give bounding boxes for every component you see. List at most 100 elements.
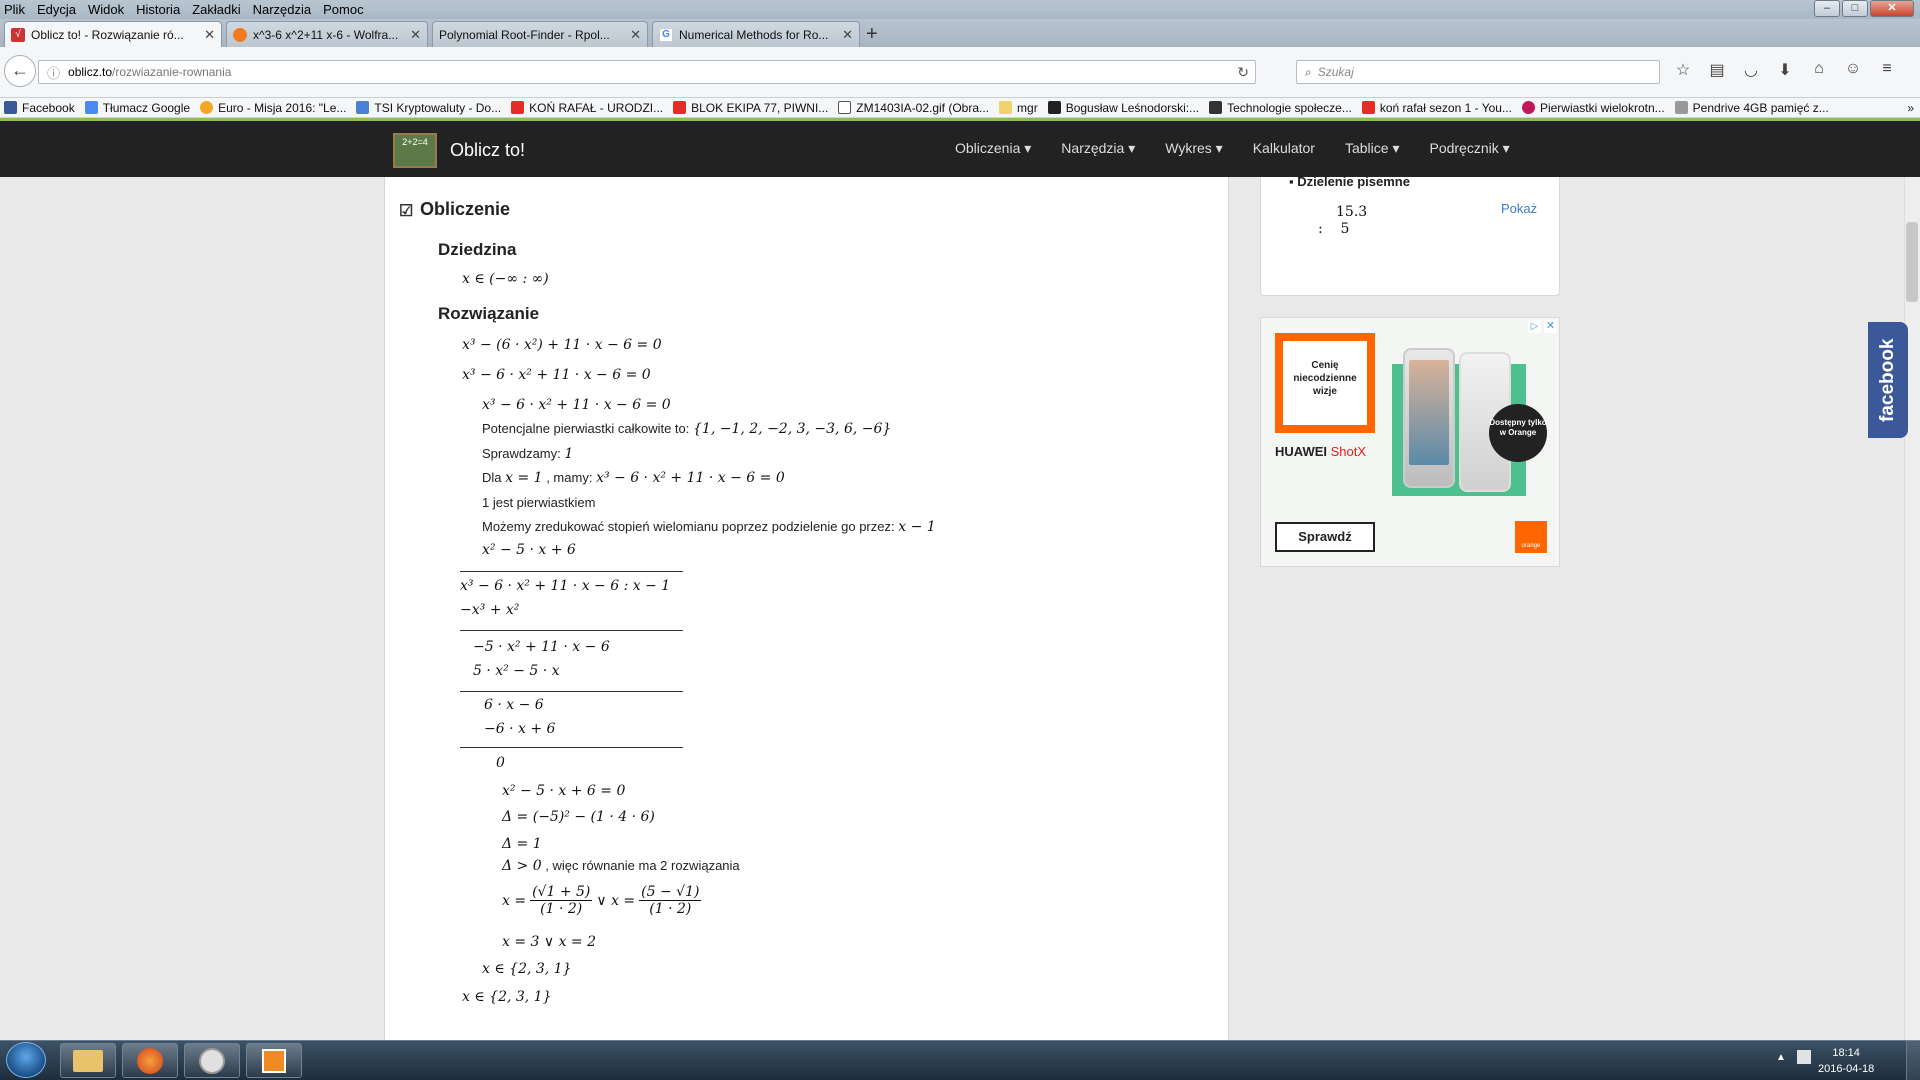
- minimize-button[interactable]: –: [1814, 0, 1840, 17]
- chat-icon[interactable]: ☺: [1836, 60, 1870, 80]
- menu-podrecznik[interactable]: Podręcznik ▾: [1429, 140, 1509, 157]
- solution-heading: Rozwiązanie: [438, 304, 540, 323]
- adchoices-icon[interactable]: ▷: [1528, 320, 1541, 333]
- menu-pomoc[interactable]: Pomoc: [323, 2, 363, 17]
- facebook-side-tab[interactable]: facebook: [1868, 322, 1908, 438]
- delta-formula: Δ = (−5)² − (1 · 4 · 6): [502, 809, 655, 825]
- site-brand[interactable]: Oblicz to!: [450, 140, 525, 161]
- maximize-button[interactable]: □: [1842, 0, 1868, 17]
- site-logo[interactable]: 2+2=4: [393, 133, 437, 168]
- close-tab-icon[interactable]: ✕: [410, 27, 421, 43]
- division-line: [460, 630, 683, 631]
- menu-zakladki[interactable]: Zakładki: [192, 2, 240, 17]
- menu-tablice[interactable]: Tablice ▾: [1345, 140, 1400, 157]
- result-set: x ∈ {2, 3, 1}: [462, 989, 552, 1005]
- ad-badge-text: Cenię niecodzienne wizje: [1283, 341, 1367, 425]
- advertisement[interactable]: ▷ ✕ Cenię niecodzienne wizje HUAWEI Shot…: [1260, 317, 1560, 567]
- bookmark-technologie[interactable]: Technologie społecze...: [1209, 101, 1352, 115]
- close-tab-icon[interactable]: ✕: [842, 27, 853, 43]
- taskbar-firefox[interactable]: [122, 1043, 178, 1078]
- menu-edycja[interactable]: Edycja: [37, 2, 76, 17]
- domain-value: x ∈ (−∞ : ∞): [462, 271, 549, 287]
- facebook-icon: [4, 101, 17, 114]
- for-line: Dla x = 1 , mamy: x³ − 6 · x² + 11 · x −…: [482, 470, 785, 486]
- fraction-1: (√1 + 5) (1 · 2): [530, 884, 593, 917]
- tab-numerical[interactable]: G Numerical Methods for Ro... ✕: [652, 21, 860, 47]
- bookmark-zm1403[interactable]: ZM1403IA-02.gif (Obra...: [838, 101, 989, 115]
- ad-close-icon[interactable]: ✕: [1544, 320, 1557, 333]
- bookmark-translate[interactable]: Tłumacz Google: [84, 101, 190, 115]
- ad-cta-button[interactable]: Sprawdź: [1275, 522, 1375, 552]
- start-button[interactable]: [6, 1042, 46, 1078]
- menu-historia[interactable]: Historia: [136, 2, 180, 17]
- bookmark-tsi[interactable]: TSI Kryptowaluty - Do...: [356, 101, 501, 115]
- close-tab-icon[interactable]: ✕: [630, 27, 641, 43]
- taskbar-media[interactable]: [246, 1043, 302, 1078]
- bookmark-mgr[interactable]: mgr: [999, 101, 1038, 115]
- delta-positive: Δ > 0: [502, 858, 542, 874]
- menu-widok[interactable]: Widok: [88, 2, 124, 17]
- fraction-2-numerator: (5 − √1): [639, 884, 702, 901]
- menu-plik[interactable]: Plik: [4, 2, 25, 17]
- bookmark-star-icon[interactable]: ☆: [1666, 60, 1700, 80]
- taskbar-paint[interactable]: [184, 1043, 240, 1078]
- menu-wykres[interactable]: Wykres ▾: [1165, 140, 1222, 157]
- candidates-set: {1, −1, 2, −2, 3, −3, 6, −6}: [693, 421, 892, 437]
- e-icon: [1047, 101, 1061, 114]
- bookmark-label: KOŃ RAFAŁ - URODZI...: [529, 100, 664, 115]
- bookmarks-overflow-icon[interactable]: »: [1907, 101, 1914, 115]
- url-bar[interactable]: ⓘ oblicz.to/rozwiazanie-rownania ↻: [38, 60, 1256, 84]
- bookmark-euro[interactable]: Euro - Misja 2016: "Le...: [200, 101, 346, 115]
- scrollbar-thumb[interactable]: [1906, 222, 1918, 302]
- bookmark-kon-rafal[interactable]: KOŃ RAFAŁ - URODZI...: [511, 101, 663, 115]
- home-icon[interactable]: ⌂: [1802, 60, 1836, 80]
- menu-narzedzia[interactable]: Narzędzia: [253, 2, 312, 17]
- download-icon[interactable]: ⬇: [1768, 60, 1802, 80]
- pocket-icon[interactable]: ◡: [1734, 60, 1768, 80]
- division-row-7: 0: [496, 755, 505, 771]
- menu-kalkulator[interactable]: Kalkulator: [1253, 140, 1315, 157]
- bookmark-pierwiastki[interactable]: Pierwiastki wielokrotn...: [1521, 101, 1665, 115]
- bookmark-kon-sezon[interactable]: koń rafał sezon 1 - You...: [1361, 101, 1512, 115]
- roots-values: x = 3 ∨ x = 2: [502, 934, 597, 950]
- info-icon[interactable]: ⓘ: [47, 63, 60, 82]
- menu-narzedzia-site[interactable]: Narzędzia ▾: [1061, 140, 1135, 157]
- back-button[interactable]: ←: [4, 55, 36, 87]
- network-icon[interactable]: [1797, 1050, 1811, 1064]
- taskbar-clock[interactable]: 18:14 2016-04-18: [1818, 1045, 1874, 1077]
- bookmark-facebook[interactable]: Facebook: [4, 101, 75, 115]
- logo-text: 2+2=4: [402, 137, 428, 147]
- pendrive-icon: [1674, 101, 1688, 114]
- division-row-1: x³ − 6 · x² + 11 · x − 6 : x − 1: [460, 578, 671, 594]
- reading-list-icon[interactable]: ▤: [1700, 60, 1734, 80]
- site-menu: Obliczenia ▾ Narzędzia ▾ Wykres ▾ Kalkul…: [940, 140, 1525, 157]
- bookmark-pendrive[interactable]: Pendrive 4GB pamięć z...: [1674, 101, 1829, 115]
- youtube-icon: [511, 101, 525, 114]
- page-scrollbar[interactable]: [1904, 177, 1920, 1040]
- for-value: x = 1: [505, 470, 543, 486]
- new-tab-button[interactable]: +: [866, 23, 878, 46]
- tray-arrow-icon[interactable]: ▲: [1776, 1052, 1786, 1063]
- firefox-icon: [137, 1048, 163, 1074]
- x-equals: x =: [502, 892, 527, 909]
- search-box[interactable]: ⌕ Szukaj: [1296, 60, 1660, 84]
- bookmark-blok-ekipa[interactable]: BLOK EKIPA 77, PIWNI...: [673, 101, 828, 115]
- tab-rpoly[interactable]: Polynomial Root-Finder - Rpol... ✕: [432, 21, 648, 47]
- close-window-button[interactable]: ✕: [1870, 0, 1914, 17]
- tab-strip: √ Oblicz to! - Rozwiązanie ró... ✕ x^3-6…: [0, 19, 1920, 48]
- taskbar-explorer[interactable]: [60, 1043, 116, 1078]
- orange-logo: orange: [1515, 521, 1547, 553]
- close-tab-icon[interactable]: ✕: [204, 27, 215, 43]
- tab-wolfram[interactable]: x^3-6 x^2+11 x-6 - Wolfra... ✕: [226, 21, 428, 47]
- bookmark-boguslaw[interactable]: Bogusław Leśnodorski:...: [1047, 101, 1199, 115]
- search-placeholder: Szukaj: [1317, 65, 1354, 79]
- show-link[interactable]: Pokaż: [1501, 201, 1537, 216]
- phone-screen: [1409, 360, 1449, 465]
- bookmark-label: Euro - Misja 2016: "Le...: [218, 100, 347, 115]
- youtube-icon: [1361, 101, 1375, 114]
- show-desktop-button[interactable]: [1906, 1040, 1920, 1080]
- tab-oblicz[interactable]: √ Oblicz to! - Rozwiązanie ró... ✕: [4, 21, 222, 48]
- hamburger-menu-icon[interactable]: ≡: [1870, 60, 1904, 80]
- reload-icon[interactable]: ↻: [1237, 64, 1249, 81]
- menu-obliczenia[interactable]: Obliczenia ▾: [955, 140, 1031, 157]
